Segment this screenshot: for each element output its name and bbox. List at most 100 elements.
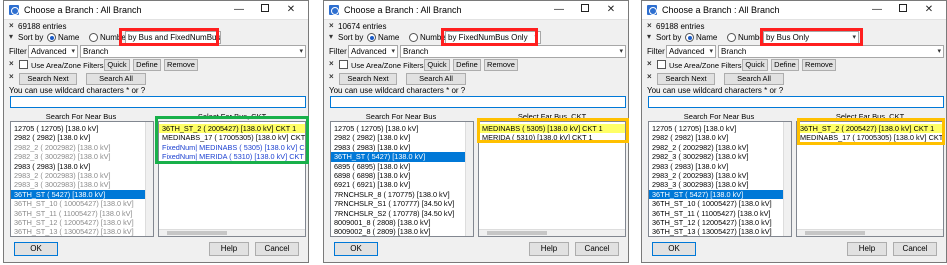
near-bus-item[interactable]: 2983_2 ( 2002983) [138.0 kV] [649,171,791,180]
sort-number-radio[interactable] [409,33,418,42]
cancel-button[interactable]: Cancel [575,242,619,256]
sort-menu-icon[interactable]: ▾ [647,32,651,41]
near-bus-item[interactable]: 36TH_ST_11 ( 11005427) [138.0 kV] [649,209,791,218]
sort-name-radio[interactable] [685,33,694,42]
clear-icon[interactable]: × [9,21,14,30]
sort-menu-icon[interactable]: ▾ [329,32,333,41]
remove-button[interactable]: Remove [802,59,836,71]
quick-button[interactable]: Quick [424,59,450,71]
scrollbar[interactable] [783,122,791,236]
scrollbar-thumb[interactable] [805,231,865,235]
near-bus-list[interactable]: 12705 ( 12705) [138.0 kV] 2982 ( 2982) [1… [648,121,792,237]
horizontal-scrollbar[interactable] [159,229,305,236]
near-bus-item[interactable]: 7RNCHSLR_S1 ( 170777) [34.50 kV] [331,199,473,208]
define-button[interactable]: Define [133,59,161,71]
filter-type-dropdown[interactable]: Branch ▾ [400,45,626,58]
sort-name-radio[interactable] [47,33,56,42]
near-bus-list[interactable]: 12705 ( 12705) [138.0 kV] 2982 ( 2982) [1… [10,121,154,237]
search-next-button[interactable]: Search Next [657,73,715,85]
near-bus-item[interactable]: 36TH_ST_13 ( 13005427) [138.0 kV] [649,227,791,236]
search-all-button[interactable]: Search All [406,73,466,85]
near-bus-item[interactable]: 2982_3 ( 3002982) [138.0 kV] [649,152,791,161]
far-bus-item[interactable]: FixedNum| MEDINABS ( 5305) [138.0 kV] CK… [159,143,305,152]
near-bus-item[interactable]: 2983 ( 2983) [138.0 kV] [649,162,791,171]
minimize-button[interactable]: — [866,3,888,17]
scrollbar-thumb[interactable] [487,231,547,235]
filter-mode-dropdown[interactable]: Advanced ▾ [666,45,716,58]
near-bus-item[interactable]: 12705 ( 12705) [138.0 kV] [649,124,791,133]
far-bus-item[interactable]: 36TH_ST_2 ( 2005427) [138.0 kV] CKT 1 [159,124,305,134]
search-input[interactable] [10,96,306,108]
near-bus-item[interactable]: 8009002_8 ( 2809) [138.0 kV] [331,227,473,236]
near-bus-item[interactable]: 2982 ( 2982) [138.0 kV] [649,133,791,142]
near-bus-item[interactable]: 7RNCHSLR_S2 ( 170778) [34.50 kV] [331,209,473,218]
near-bus-item[interactable]: 36TH_ST_10 ( 10005427) [138.0 kV] [11,199,153,208]
far-bus-list[interactable]: 36TH_ST_2 ( 2005427) [138.0 kV] CKT 1 MED… [796,121,944,237]
clear-search-icon[interactable]: × [329,72,334,81]
sort-number-radio[interactable] [727,33,736,42]
far-bus-item[interactable]: MEDINABS_17 ( 17005305) [138.0 kV] CKT [797,133,943,142]
scrollbar[interactable] [145,122,153,236]
cancel-button[interactable]: Cancel [893,242,937,256]
cancel-button[interactable]: Cancel [255,242,299,256]
near-bus-item[interactable]: 36TH_ST_13 ( 13005427) [138.0 kV] [11,227,153,236]
near-bus-item[interactable]: 36TH_ST ( 5427) [138.0 kV] [331,152,473,162]
ok-button[interactable]: OK [14,242,58,256]
search-all-button[interactable]: Search All [86,73,146,85]
horizontal-scrollbar[interactable] [479,229,625,236]
ok-button[interactable]: OK [652,242,696,256]
define-button[interactable]: Define [453,59,481,71]
near-bus-item[interactable]: 2983_2 ( 2002983) [138.0 kV] [11,171,153,180]
near-bus-item[interactable]: 36TH_ST ( 5427) [138.0 kV] [11,189,153,200]
near-bus-item[interactable]: 2982_3 ( 3002982) [138.0 kV] [11,152,153,161]
sort-option-dropdown[interactable]: by Bus Only ▾ [763,31,859,44]
remove-button[interactable]: Remove [164,59,198,71]
near-bus-item[interactable]: 2983 ( 2983) [138.0 kV] [11,162,153,171]
search-input[interactable] [330,96,626,108]
filter-mode-dropdown[interactable]: Advanced ▾ [348,45,398,58]
sort-number-radio[interactable] [89,33,98,42]
near-bus-item[interactable]: 8009001_8 ( 2808) [138.0 kV] [331,218,473,227]
help-button[interactable]: Help [529,242,569,256]
scrollbar[interactable] [465,122,473,236]
quick-button[interactable]: Quick [742,59,768,71]
far-bus-item[interactable]: 36TH_ST_2 ( 2005427) [138.0 kV] CKT 1 [797,124,943,134]
close-button[interactable]: ✕ [600,3,622,17]
sort-option-dropdown[interactable]: by Bus and FixedNumBus ▾ [125,31,221,44]
area-zone-checkbox[interactable] [19,60,28,69]
near-bus-item[interactable]: 36TH_ST ( 5427) [138.0 kV] [649,189,791,200]
far-bus-item[interactable]: MEDINABS_17 ( 17005305) [138.0 kV] CKT [159,133,305,142]
near-bus-item[interactable]: 2983_3 ( 3002983) [138.0 kV] [11,180,153,189]
filter-type-dropdown[interactable]: Branch ▾ [718,45,944,58]
near-bus-item[interactable]: 36TH_ST_12 ( 12005427) [138.0 kV] [11,218,153,227]
far-bus-item[interactable]: MERIDA ( 5310) [138.0 kV] CKT 1 [479,133,625,142]
scrollbar-thumb[interactable] [167,231,227,235]
near-bus-item[interactable]: 2982_2 ( 2002982) [138.0 kV] [649,143,791,152]
near-bus-list[interactable]: 12705 ( 12705) [138.0 kV] 2982 ( 2982) [1… [330,121,474,237]
near-bus-item[interactable]: 12705 ( 12705) [138.0 kV] [331,124,473,133]
near-bus-item[interactable]: 36TH_ST_12 ( 12005427) [138.0 kV] [649,218,791,227]
sort-name-radio[interactable] [367,33,376,42]
maximize-button[interactable] [892,3,914,17]
near-bus-item[interactable]: 2982 ( 2982) [138.0 kV] [331,133,473,142]
ok-button[interactable]: OK [334,242,378,256]
near-bus-item[interactable]: 2982 ( 2982) [138.0 kV] [11,133,153,142]
sort-menu-icon[interactable]: ▾ [9,32,13,41]
help-button[interactable]: Help [209,242,249,256]
near-bus-item[interactable]: 6921 ( 6921) [138.0 kV] [331,180,473,189]
search-next-button[interactable]: Search Next [339,73,397,85]
near-bus-item[interactable]: 7RNCHSLR_8 ( 170775) [138.0 kV] [331,190,473,199]
maximize-button[interactable] [574,3,596,17]
search-all-button[interactable]: Search All [724,73,784,85]
near-bus-item[interactable]: 2982_2 ( 2002982) [138.0 kV] [11,143,153,152]
quick-button[interactable]: Quick [104,59,130,71]
minimize-button[interactable]: — [228,3,250,17]
clear-icon[interactable]: × [647,21,652,30]
far-bus-item[interactable]: MEDINABS ( 5305) [138.0 kV] CKT 1 [479,124,625,134]
area-zone-checkbox[interactable] [657,60,666,69]
near-bus-item[interactable]: 36TH_ST_11 ( 11005427) [138.0 kV] [11,209,153,218]
maximize-button[interactable] [254,3,276,17]
search-next-button[interactable]: Search Next [19,73,77,85]
near-bus-item[interactable]: 6895 ( 6895) [138.0 kV] [331,162,473,171]
near-bus-item[interactable]: 36TH_ST_10 ( 10005427) [138.0 kV] [649,199,791,208]
